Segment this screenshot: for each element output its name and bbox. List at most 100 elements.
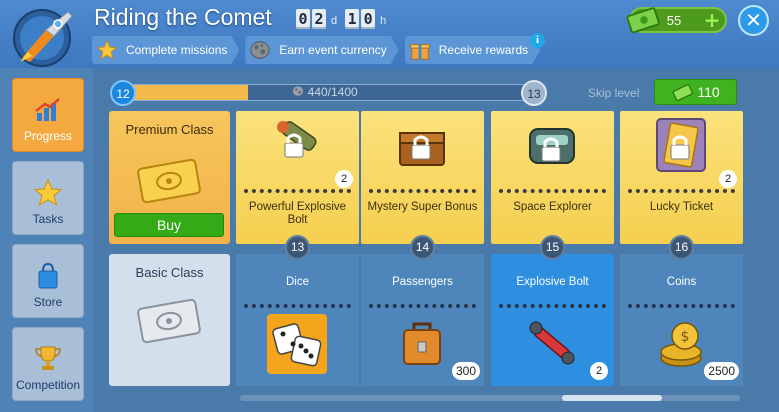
sidebar-item-progress[interactable]: Progress [12, 78, 84, 152]
reward-name: Lucky Ticket [649, 201, 714, 213]
reward-name: Mystery Super Bonus [367, 201, 478, 213]
asteroid-icon [249, 39, 271, 61]
step-label: Earn event currency [279, 43, 387, 57]
cash-icon [626, 7, 660, 34]
premium-class-card: Premium Class Buy [109, 111, 230, 244]
basic-reward-cell[interactable]: Explosive Bolt 2 [491, 254, 614, 386]
divider [369, 189, 476, 193]
reward-name: Coins [666, 276, 697, 288]
trophy-icon [35, 346, 61, 370]
reward-count-badge: 2500 [704, 362, 739, 380]
current-level-badge: 12 [110, 80, 136, 106]
asteroid-icon [293, 86, 304, 96]
coins-icon: $ [660, 322, 702, 367]
info-icon[interactable]: i [530, 33, 545, 48]
reward-name: Space Explorer [513, 201, 592, 213]
sidebar: Progress Tasks Store Competition [0, 68, 93, 412]
timer-unit-days: d [331, 15, 338, 27]
premium-reward-cell[interactable]: 2 Lucky Ticket [620, 111, 743, 244]
skip-level-button[interactable]: 110 [654, 79, 737, 105]
shopping-bag-icon [38, 262, 58, 289]
next-level-badge: 13 [521, 80, 547, 106]
premium-reward-cell[interactable]: Mystery Super Bonus [361, 111, 484, 244]
space-train-icon [529, 128, 575, 164]
reward-name: Explosive Bolt [516, 276, 589, 288]
step-receive-rewards[interactable]: Receive rewards [405, 36, 540, 64]
sidebar-item-competition[interactable]: Competition [12, 327, 84, 401]
suitcase-icon [403, 322, 441, 365]
level-marker: 13 [285, 235, 310, 260]
star-icon [96, 39, 118, 61]
event-header: Riding the Comet 0 2 d 1 0 h Complete mi… [0, 0, 779, 68]
timer-unit-hours: h [380, 15, 387, 27]
plus-icon[interactable]: + [703, 10, 721, 30]
sidebar-item-label: Tasks [32, 212, 64, 226]
level-points: 440/1400 [307, 85, 358, 99]
scrollbar-thumb[interactable] [562, 395, 662, 401]
basic-class-card: Basic Class [109, 254, 230, 386]
sidebar-item-store[interactable]: Store [12, 244, 84, 318]
premium-reward-cell[interactable]: 2 Powerful Explosive Bolt [236, 111, 359, 244]
step-label: Complete missions [126, 43, 228, 57]
explosive-bolt-icon [277, 121, 317, 158]
timer-digit: 2 [312, 9, 326, 29]
timer-digit: 0 [296, 9, 310, 29]
close-button[interactable]: ✕ [738, 5, 769, 36]
premium-reward-cell[interactable]: Space Explorer [491, 111, 614, 244]
reward-name: Dice [285, 276, 309, 288]
timer-digit: 1 [345, 9, 360, 29]
basic-reward-cell[interactable]: Passengers 300 [361, 254, 484, 386]
level-marker: 14 [410, 235, 435, 260]
step-earn-currency[interactable]: Earn event currency [245, 36, 398, 64]
svg-text:$: $ [681, 329, 690, 345]
divider [628, 189, 735, 193]
premium-ticket-icon [137, 158, 201, 204]
divider [628, 304, 735, 308]
level-progress-text: 440/1400 [117, 85, 533, 100]
premium-class-title: Premium Class [125, 122, 214, 137]
basic-reward-cell[interactable]: Coins $ 2500 [620, 254, 743, 386]
sidebar-item-tasks[interactable]: Tasks [12, 161, 84, 235]
divider [499, 189, 606, 193]
buy-premium-button[interactable]: Buy [114, 213, 224, 237]
level-progress-bar: 440/1400 [116, 84, 534, 101]
gift-icon [409, 39, 431, 61]
dice-icon [267, 314, 327, 374]
skip-level-cost: 110 [697, 84, 720, 100]
divider [244, 304, 351, 308]
reward-count-badge: 300 [451, 362, 480, 380]
basic-reward-cell[interactable]: Dice [236, 254, 359, 386]
scroll-fade [748, 111, 779, 386]
comet-rocket-icon [13, 9, 73, 67]
basic-ticket-icon [137, 298, 201, 344]
star-icon [33, 178, 63, 207]
divider [244, 189, 351, 193]
basic-class-title: Basic Class [135, 265, 204, 280]
step-label: Receive rewards [438, 43, 529, 57]
step-complete-missions[interactable]: Complete missions [92, 36, 239, 64]
cash-icon [672, 84, 694, 102]
event-timer: 0 2 d 1 0 h [296, 9, 392, 29]
divider [499, 304, 606, 308]
skip-level-label: Skip level [588, 86, 640, 100]
reward-count-badge: 2 [719, 170, 737, 188]
sidebar-item-label: Progress [23, 129, 73, 143]
reward-name: Powerful Explosive Bolt [248, 201, 347, 226]
chart-icon [35, 98, 60, 121]
sidebar-item-label: Store [33, 295, 63, 309]
level-marker: 16 [669, 235, 694, 260]
bolt-icon [529, 321, 575, 365]
sidebar-item-label: Competition [15, 378, 81, 392]
divider [369, 304, 476, 308]
reward-count-badge: 2 [335, 170, 353, 188]
chest-icon [399, 132, 445, 166]
lucky-ticket-icon [656, 118, 706, 172]
timer-digit: 0 [361, 9, 376, 29]
horizontal-scrollbar[interactable] [240, 395, 740, 401]
level-marker: 15 [540, 235, 565, 260]
reward-count-badge: 2 [590, 362, 608, 380]
currency-balance[interactable]: 55 + [626, 7, 727, 34]
reward-name: Passengers [392, 276, 453, 288]
event-title: Riding the Comet [94, 4, 272, 30]
event-steps: Complete missions Earn event currency Re… [92, 36, 546, 64]
